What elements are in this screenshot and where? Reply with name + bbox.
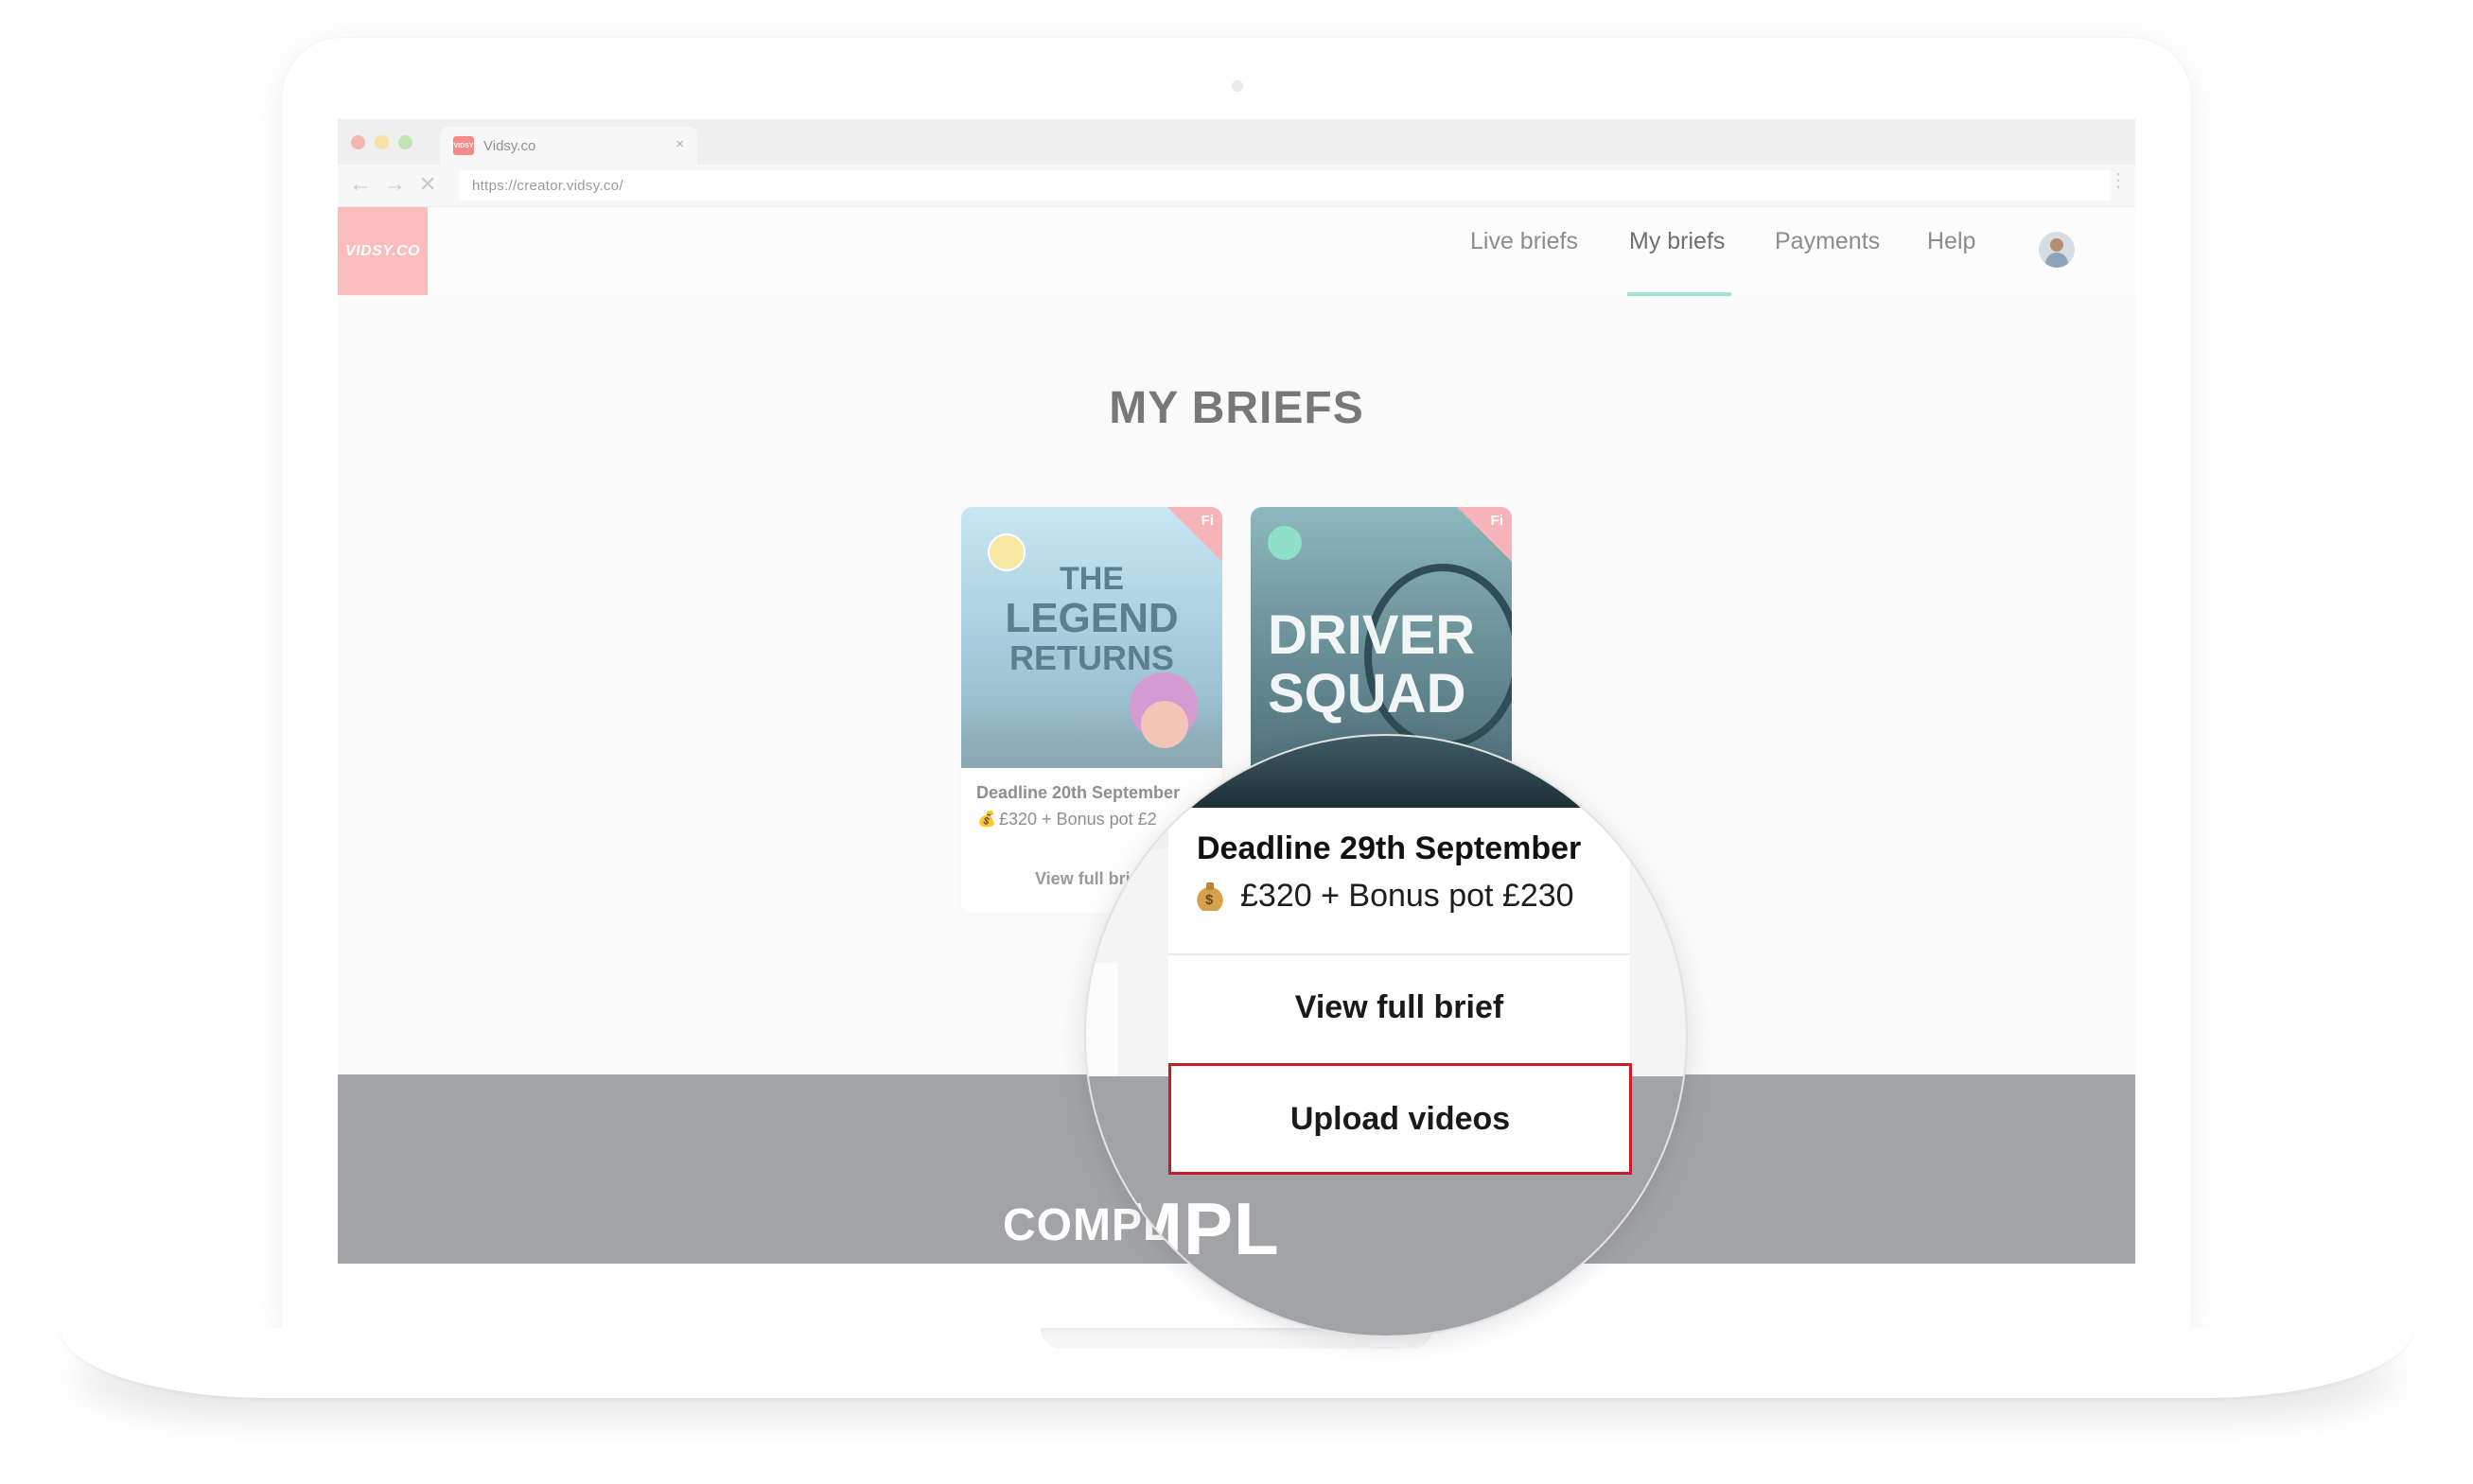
browser-tab-title: Vidsy.co (483, 137, 536, 154)
site-header: VIDSY.CO Live briefs My briefs Payments … (338, 207, 2135, 295)
magnified-brief-card: Deadline 29th September $ £320 + Bonus p… (1168, 808, 1632, 1175)
upload-videos-button[interactable]: Upload videos (1168, 1063, 1632, 1175)
zoom-magnifier: COMPL Deadline 29th September $ £320 + B… (1086, 736, 1686, 1336)
view-full-brief-button[interactable]: View full brief (1168, 955, 1630, 1059)
deliveroo-badge-icon (1268, 526, 1302, 560)
page-title: MY BRIEFS (1109, 383, 1364, 433)
stop-loading-icon[interactable]: ✕ (419, 172, 436, 197)
browser-menu-icon[interactable]: ⋮ (2109, 168, 2128, 192)
browser-toolbar: ← → ✕ https://creator.vidsy.co/ ⋮ (338, 165, 2135, 207)
avatar-body (2045, 253, 2068, 268)
nav-my-briefs[interactable]: My briefs (1629, 228, 1725, 255)
money-bag-icon: 💰 (977, 812, 996, 828)
window-minimize-dot[interactable] (375, 135, 389, 149)
tab-close-icon[interactable]: × (675, 136, 684, 152)
thumbnail-title: THE LEGEND RETURNS (961, 559, 1222, 678)
nav-live-briefs[interactable]: Live briefs (1470, 228, 1578, 255)
magnified-card-deadline: Deadline 29th September (1197, 830, 1582, 866)
window-close-dot[interactable] (351, 135, 365, 149)
thumbnail-title-line: SQUAD (1268, 663, 1466, 725)
magnified-completed-heading: COMPL (1086, 1187, 1280, 1270)
logo-text: VIDSY.CO (345, 242, 420, 259)
forward-arrow-icon[interactable]: → (383, 172, 406, 197)
money-bag-sign: $ (1205, 891, 1214, 908)
nav-payments[interactable]: Payments (1775, 228, 1880, 255)
avatar-head (2050, 238, 2063, 252)
nav-help[interactable]: Help (1927, 228, 1975, 255)
laptop-camera (1232, 80, 1243, 92)
active-nav-underline (1627, 292, 1731, 296)
address-bar-url: https://creator.vidsy.co/ (472, 177, 623, 194)
thumbnail-title-line: DRIVER (1268, 604, 1476, 666)
view-full-brief-link[interactable]: View full bri (1035, 869, 1131, 889)
magnified-card-price: £320 + Bonus pot £230 (1240, 878, 1574, 914)
vidsy-favicon-icon: VIDSY (453, 136, 474, 155)
window-maximize-dot[interactable] (398, 135, 412, 149)
address-bar[interactable]: https://creator.vidsy.co/ (459, 170, 2111, 201)
browser-tab[interactable]: VIDSY Vidsy.co × (440, 127, 697, 165)
thumbnail-title-line: RETURNS (1008, 638, 1174, 677)
thumbnail-title-line: THE (1060, 561, 1124, 597)
magnified-card-price-row: $ £320 + Bonus pot £230 (1197, 878, 1574, 915)
user-avatar[interactable] (2039, 232, 2075, 268)
card-corner-label: Fi (1490, 513, 1503, 529)
back-arrow-icon[interactable]: ← (349, 172, 372, 197)
vidsy-logo[interactable]: VIDSY.CO (338, 207, 428, 295)
card-corner-label: Fi (1201, 513, 1214, 529)
card-corner-ribbon (1457, 507, 1512, 562)
card-corner-ribbon (1167, 507, 1222, 562)
money-bag-icon: $ (1197, 882, 1223, 911)
browser-tabbar: VIDSY Vidsy.co × (338, 119, 2135, 165)
thumbnail-title-line: LEGEND (1005, 595, 1179, 641)
magnified-thumbnail-edge (1086, 736, 1686, 808)
thumbnail-title: DRIVER SQUAD (1268, 606, 1475, 724)
